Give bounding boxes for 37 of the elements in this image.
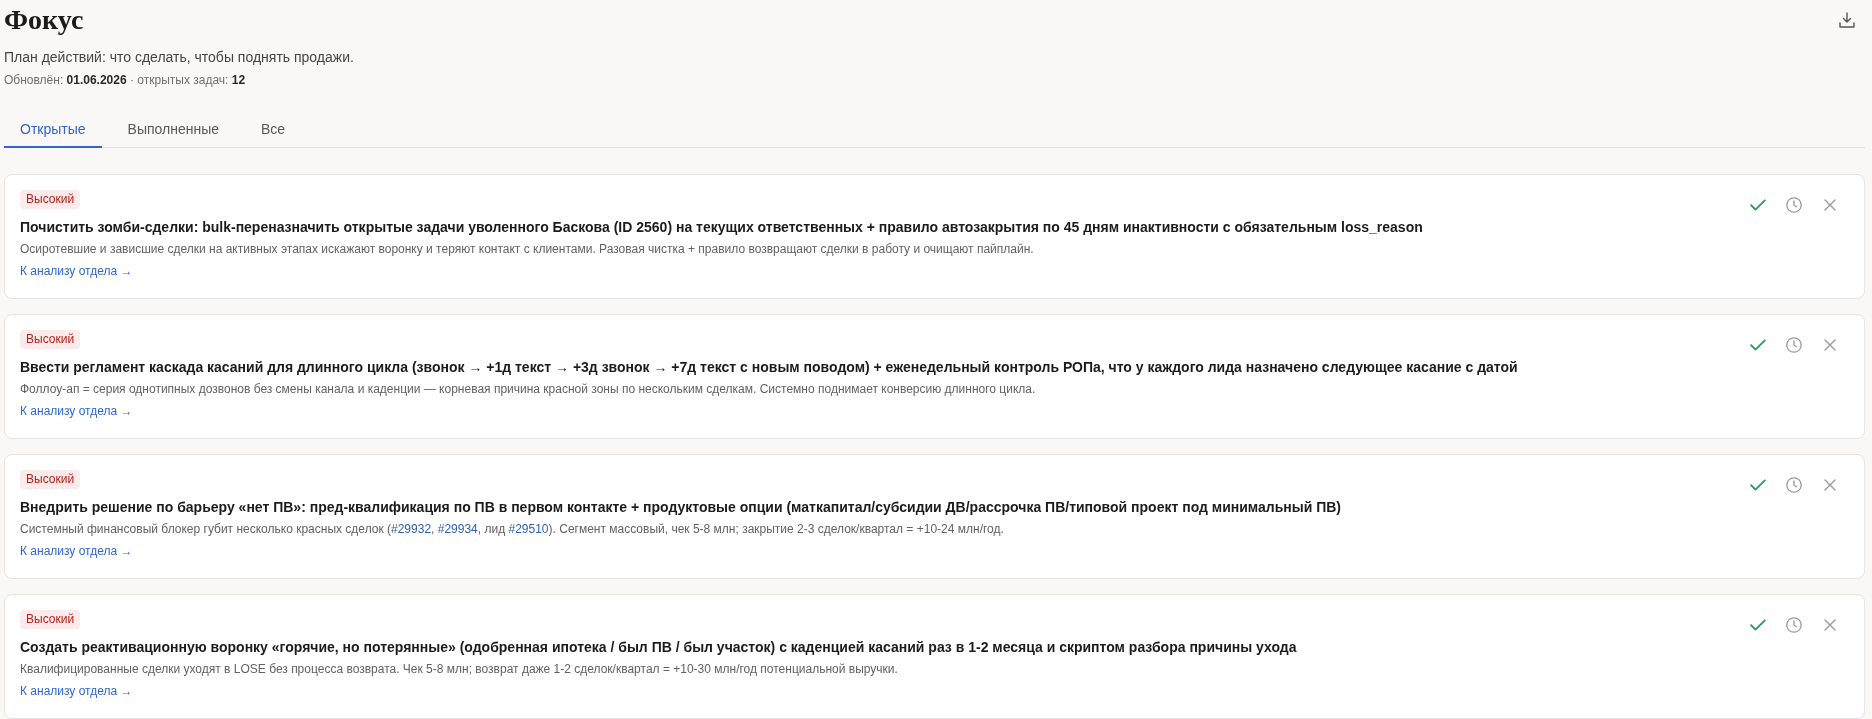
department-analysis-link[interactable]: К анализу отдела → (20, 263, 133, 279)
task-description: Осиротевшие и зависшие сделки на активных этапах искажают воронку и теряют контакт с клиентами. Разовая чистка + правило возвращают сделки в работу и очищают пайплайн. (20, 241, 1035, 257)
close-icon (1824, 339, 1836, 351)
priority-badge: Высокий (20, 610, 81, 629)
task-title: Ввести регламент каскада касаний для длинного цикла (звонок → +1д текст → +3д звонок → +7д текст с новым поводом) + еженедельный контроль РОПа, что у каждого лида назначено следующее касание с датой (20, 358, 1519, 377)
clock-icon (1786, 197, 1802, 213)
page-title: Фокус (4, 3, 84, 37)
page-subtitle: План действий: что сделать, чтобы поднять продажи. (4, 48, 355, 67)
department-analysis-link[interactable]: К анализу отдела → (20, 543, 133, 559)
department-analysis-link[interactable]: К анализу отдела → (20, 403, 133, 419)
priority-badge: Высокий (20, 330, 81, 349)
task-title: Почистить зомби-сделки: bulk-переназначить открытые задачи уволенного Баскова (ID 2560) на текущих ответственных + правило автозакрытия по 45 дням инактивности с обязательным loss_reason (20, 218, 1424, 237)
clock-icon (1786, 477, 1802, 493)
task-description: Фоллоу-ап = серия однотипных дозвонов без смены канала и каденции — корневая причина красной зоны по нескольким сделкам. Системно поднимает конверсию длинного цикла. (20, 381, 1037, 397)
tab[interactable]: Выполненные (111, 110, 235, 148)
check-icon (1750, 479, 1766, 491)
task-title: Создать реактивационную воронку «горячие, но потерянные» (одобренная ипотека / был ПВ / был участок) с каденцией касаний раз в 1-2 месяца и скриптом разбора причины ухода (20, 638, 1298, 657)
close-icon (1824, 619, 1836, 631)
check-icon (1750, 339, 1766, 351)
tab[interactable]: Открытые (4, 110, 102, 148)
update-info: Обновлён: 01.06.2026 · открытых задач: 12 (4, 72, 247, 88)
priority-badge: Высокий (20, 190, 81, 209)
close-icon (1824, 479, 1836, 491)
deal-link[interactable]: #29510 (508, 522, 549, 536)
download-icon (1839, 12, 1855, 28)
tab[interactable]: Все (245, 110, 302, 148)
clock-icon (1786, 337, 1802, 353)
check-icon (1750, 619, 1766, 631)
clock-icon (1786, 617, 1802, 633)
priority-badge: Высокий (20, 470, 81, 489)
deal-link[interactable]: #29934 (437, 522, 478, 536)
task-description: Квалифицированные сделки уходят в LOSE без процесса возврата. Чек 5-8 млн; возврат даже 1-2 сделок/квартал = +10-30 млн/год потенциальной выручки. (20, 661, 899, 677)
check-icon (1750, 199, 1766, 211)
task-title: Внедрить решение по барьеру «нет ПВ»: пред-квалификация по ПВ в первом контакте + продуктовые опции (маткапитал/субсидии ДВ/рассрочка ПВ/типовой проект под минимальный ПВ) (20, 498, 1342, 517)
department-analysis-link[interactable]: К анализу отдела → (20, 683, 133, 699)
task-description: Системный финансовый блокер губит несколько красных сделок (#29932, #29934, лид #29510). Сегмент массовый, чек 5-8 млн; закрытие 2-3 сделок/квартал = +10-24 млн/год. (20, 521, 1005, 537)
close-icon (1824, 199, 1836, 211)
